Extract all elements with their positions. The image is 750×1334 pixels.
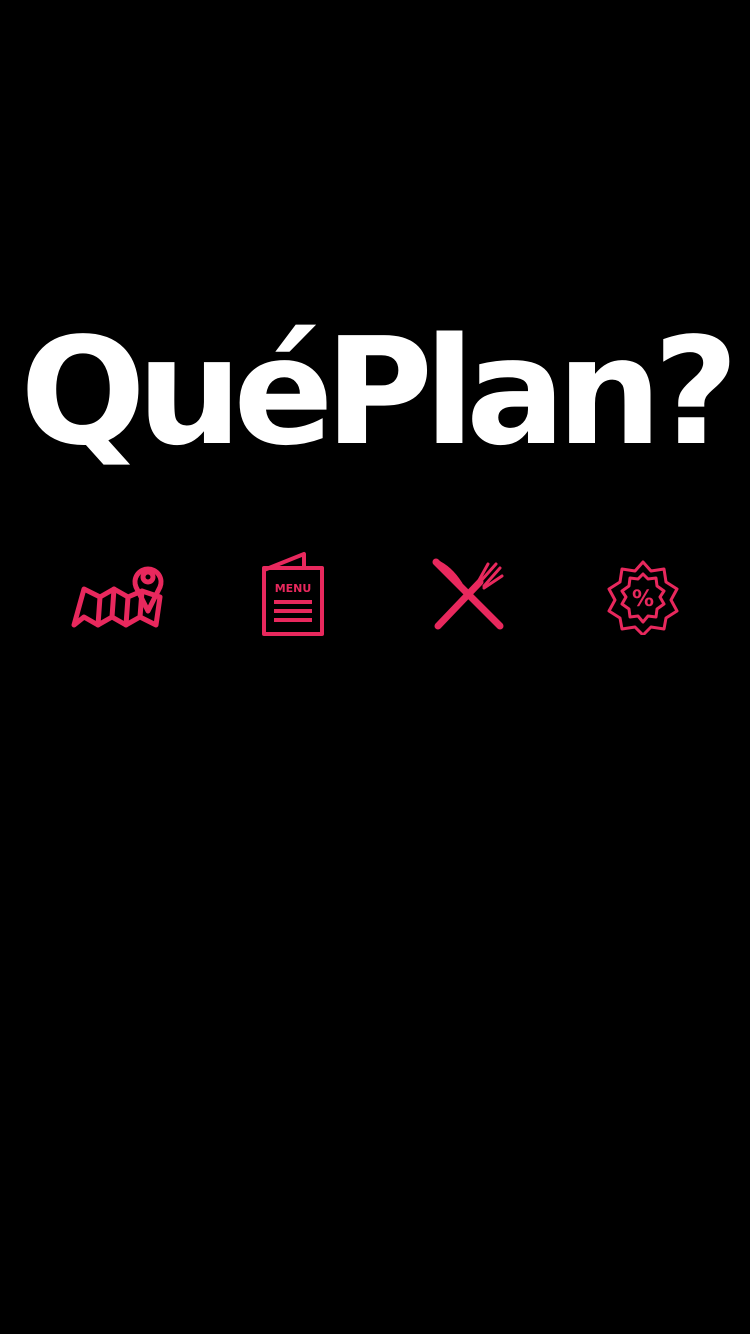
splash-screen: QuéPlan? MENU % — [0, 0, 750, 1334]
cutlery-icon — [432, 558, 504, 630]
menu-card-label: MENU — [275, 582, 312, 595]
map-pin-icon — [71, 566, 164, 628]
discount-badge-icon: % — [607, 560, 679, 635]
app-logo: QuéPlan? — [20, 306, 739, 478]
menu-card-icon: MENU — [262, 552, 324, 636]
discount-badge-symbol: % — [632, 587, 654, 612]
